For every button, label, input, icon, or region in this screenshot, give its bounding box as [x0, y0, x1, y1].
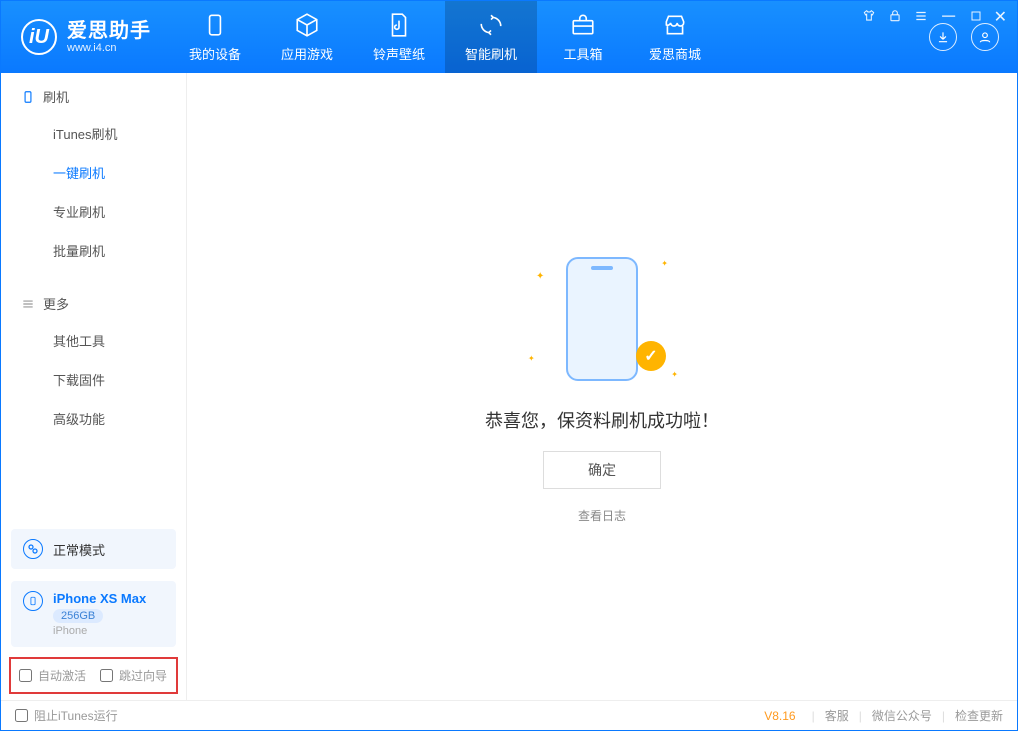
- sidebar-item-pro-flash[interactable]: 专业刷机: [1, 192, 186, 231]
- device-type: iPhone: [53, 625, 146, 637]
- nav-label: 铃声壁纸: [373, 44, 425, 63]
- nav-store[interactable]: 爱思商城: [629, 1, 721, 73]
- block-itunes-label: 阻止iTunes运行: [34, 707, 118, 724]
- phone-outline-icon: [21, 90, 35, 104]
- nav-flash[interactable]: 智能刷机: [445, 1, 537, 73]
- checkbox-block-itunes[interactable]: 阻止iTunes运行: [15, 707, 118, 724]
- sidebar-section-flash: 刷机: [1, 73, 186, 114]
- nav-apps[interactable]: 应用游戏: [261, 1, 353, 73]
- menu-icon[interactable]: [914, 9, 928, 26]
- sidebar-item-batch-flash[interactable]: 批量刷机: [1, 231, 186, 270]
- toolbox-icon: [570, 12, 596, 38]
- sidebar: 刷机 iTunes刷机 一键刷机 专业刷机 批量刷机 更多 其他工具 下载固件 …: [1, 73, 187, 700]
- sidebar-section-more: 更多: [1, 270, 186, 321]
- user-icon: [978, 30, 992, 44]
- device-icon: [23, 591, 43, 611]
- body: 刷机 iTunes刷机 一键刷机 专业刷机 批量刷机 更多 其他工具 下载固件 …: [1, 73, 1017, 700]
- mode-icon: [23, 539, 43, 559]
- options-row: 自动激活 跳过向导: [9, 657, 178, 694]
- checkbox-auto-activate[interactable]: 自动激活: [19, 667, 86, 684]
- success-illustration: ✦ ✦ ✦ ✦ ✓: [542, 249, 662, 389]
- app-name-en: www.i4.cn: [67, 42, 151, 54]
- opt-label: 跳过向导: [119, 667, 167, 684]
- titlebar: iU 爱思助手 www.i4.cn 我的设备 应用游戏 铃声壁纸 智能刷机: [1, 1, 1017, 73]
- list-icon: [21, 297, 35, 311]
- sidebar-item-itunes-flash[interactable]: iTunes刷机: [1, 114, 186, 153]
- opt-label: 自动激活: [38, 667, 86, 684]
- nav-label: 爱思商城: [649, 44, 701, 63]
- phone-icon: [202, 12, 228, 38]
- check-update-link[interactable]: 检查更新: [955, 707, 1003, 724]
- nav-label: 我的设备: [189, 44, 241, 63]
- nav-label: 应用游戏: [281, 44, 333, 63]
- sidebar-item-oneclick-flash[interactable]: 一键刷机: [1, 153, 186, 192]
- download-button[interactable]: [929, 23, 957, 51]
- device-name: iPhone XS Max: [53, 591, 146, 606]
- wechat-link[interactable]: 微信公众号: [872, 707, 932, 724]
- version-label: V8.16: [764, 709, 795, 723]
- minimize-button[interactable]: －: [940, 13, 958, 21]
- nav-label: 工具箱: [563, 44, 602, 63]
- nav-my-device[interactable]: 我的设备: [169, 1, 261, 73]
- titlebar-right-buttons: [929, 23, 999, 51]
- sidebar-item-advanced[interactable]: 高级功能: [1, 399, 186, 438]
- download-icon: [936, 30, 950, 44]
- skip-wizard-input[interactable]: [100, 669, 113, 682]
- logo-icon: iU: [21, 19, 57, 55]
- success-message: 恭喜您，保资料刷机成功啦！: [485, 407, 719, 433]
- app-name-cn: 爱思助手: [67, 20, 151, 42]
- checkbox-skip-wizard[interactable]: 跳过向导: [100, 667, 167, 684]
- app-window: iU 爱思助手 www.i4.cn 我的设备 应用游戏 铃声壁纸 智能刷机: [0, 0, 1018, 731]
- statusbar-right: V8.16 | 客服 | 微信公众号 | 检查更新: [764, 707, 1003, 724]
- sparkle-icon: ✦: [528, 354, 535, 363]
- nav-toolbox[interactable]: 工具箱: [537, 1, 629, 73]
- music-file-icon: [386, 12, 412, 38]
- logo-text: 爱思助手 www.i4.cn: [67, 20, 151, 54]
- statusbar: 阻止iTunes运行 V8.16 | 客服 | 微信公众号 | 检查更新: [1, 700, 1017, 730]
- section-title: 更多: [43, 294, 69, 313]
- phone-illustration: [566, 257, 638, 381]
- sidebar-item-other-tools[interactable]: 其他工具: [1, 321, 186, 360]
- support-link[interactable]: 客服: [825, 707, 849, 724]
- sparkle-icon: ✦: [536, 271, 544, 282]
- tshirt-icon[interactable]: [862, 9, 876, 26]
- nav-ringtones[interactable]: 铃声壁纸: [353, 1, 445, 73]
- ok-button[interactable]: 确定: [543, 451, 661, 489]
- device-card[interactable]: iPhone XS Max 256GB iPhone: [11, 581, 176, 647]
- store-icon: [662, 12, 688, 38]
- device-capacity: 256GB: [53, 609, 103, 623]
- top-nav: 我的设备 应用游戏 铃声壁纸 智能刷机 工具箱 爱思商城: [169, 1, 721, 73]
- sparkle-icon: ✦: [661, 259, 668, 268]
- block-itunes-input[interactable]: [15, 709, 28, 722]
- user-button[interactable]: [971, 23, 999, 51]
- main-content: ✦ ✦ ✦ ✦ ✓ 恭喜您，保资料刷机成功啦！ 确定 查看日志: [187, 73, 1017, 700]
- check-badge-icon: ✓: [636, 341, 666, 371]
- auto-activate-input[interactable]: [19, 669, 32, 682]
- section-title: 刷机: [43, 87, 69, 106]
- cube-icon: [294, 12, 320, 38]
- mode-label: 正常模式: [53, 540, 105, 559]
- sparkle-icon: ✦: [671, 370, 678, 379]
- view-log-link[interactable]: 查看日志: [578, 507, 626, 524]
- sidebar-item-download-firmware[interactable]: 下载固件: [1, 360, 186, 399]
- logo: iU 爱思助手 www.i4.cn: [1, 19, 169, 55]
- lock-icon[interactable]: [888, 9, 902, 26]
- refresh-icon: [478, 12, 504, 38]
- mode-card[interactable]: 正常模式: [11, 529, 176, 569]
- nav-label: 智能刷机: [465, 44, 517, 63]
